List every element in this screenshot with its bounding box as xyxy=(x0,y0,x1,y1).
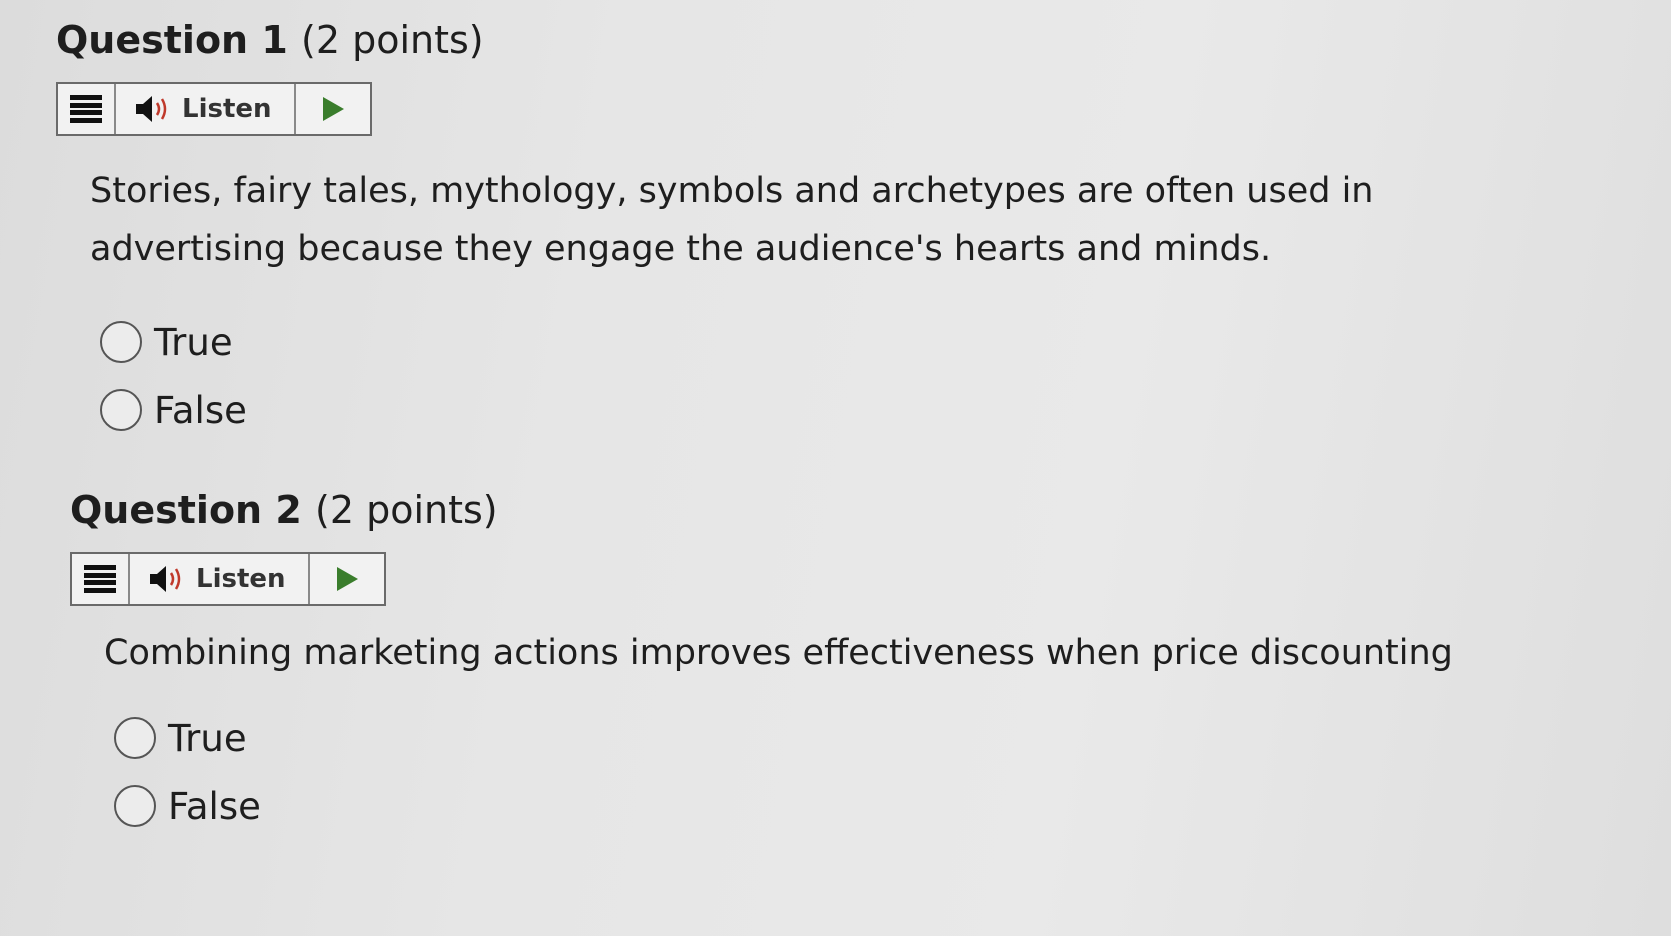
question-1: Question 1 (2 points) Listen Stories, fa… xyxy=(56,12,1616,444)
play-button[interactable] xyxy=(310,554,384,604)
play-icon xyxy=(322,97,344,121)
option-label: True xyxy=(168,716,247,760)
radio-button[interactable] xyxy=(114,717,156,759)
toolbar-menu-button[interactable] xyxy=(58,84,116,134)
radio-button[interactable] xyxy=(100,321,142,363)
speaker-icon xyxy=(136,96,167,122)
option-true[interactable]: True xyxy=(114,704,1630,772)
question-number: Question 1 xyxy=(56,18,288,62)
listen-label: Listen xyxy=(182,94,272,124)
answer-options: True False xyxy=(100,308,1616,444)
question-number: Question 2 xyxy=(70,488,302,532)
radio-button[interactable] xyxy=(114,785,156,827)
toolbar-menu-button[interactable] xyxy=(72,554,130,604)
hamburger-menu-icon xyxy=(70,95,102,123)
play-icon xyxy=(336,567,358,591)
question-title: Question 2 (2 points) xyxy=(70,482,1630,538)
question-text: Combining marketing actions improves eff… xyxy=(104,633,1453,673)
question-points: (2 points) xyxy=(301,18,484,62)
read-aloud-toolbar: Listen xyxy=(70,552,386,606)
radio-button[interactable] xyxy=(100,389,142,431)
option-false[interactable]: False xyxy=(114,772,1630,840)
option-true[interactable]: True xyxy=(100,308,1616,376)
speaker-icon xyxy=(150,566,181,592)
option-label: False xyxy=(168,784,261,828)
option-label: True xyxy=(154,320,233,364)
listen-label: Listen xyxy=(196,564,286,594)
question-points: (2 points) xyxy=(315,488,498,532)
question-text: Stories, fairy tales, mythology, symbols… xyxy=(90,171,1374,269)
option-label: False xyxy=(154,388,247,432)
listen-button[interactable]: Listen xyxy=(130,554,310,604)
listen-button[interactable]: Listen xyxy=(116,84,296,134)
hamburger-menu-icon xyxy=(84,565,116,593)
answer-options: True False xyxy=(114,704,1630,840)
play-button[interactable] xyxy=(296,84,370,134)
option-false[interactable]: False xyxy=(100,376,1616,444)
question-2: Question 2 (2 points) Listen Combining m… xyxy=(70,482,1630,840)
read-aloud-toolbar: Listen xyxy=(56,82,372,136)
question-title: Question 1 (2 points) xyxy=(56,12,1616,68)
